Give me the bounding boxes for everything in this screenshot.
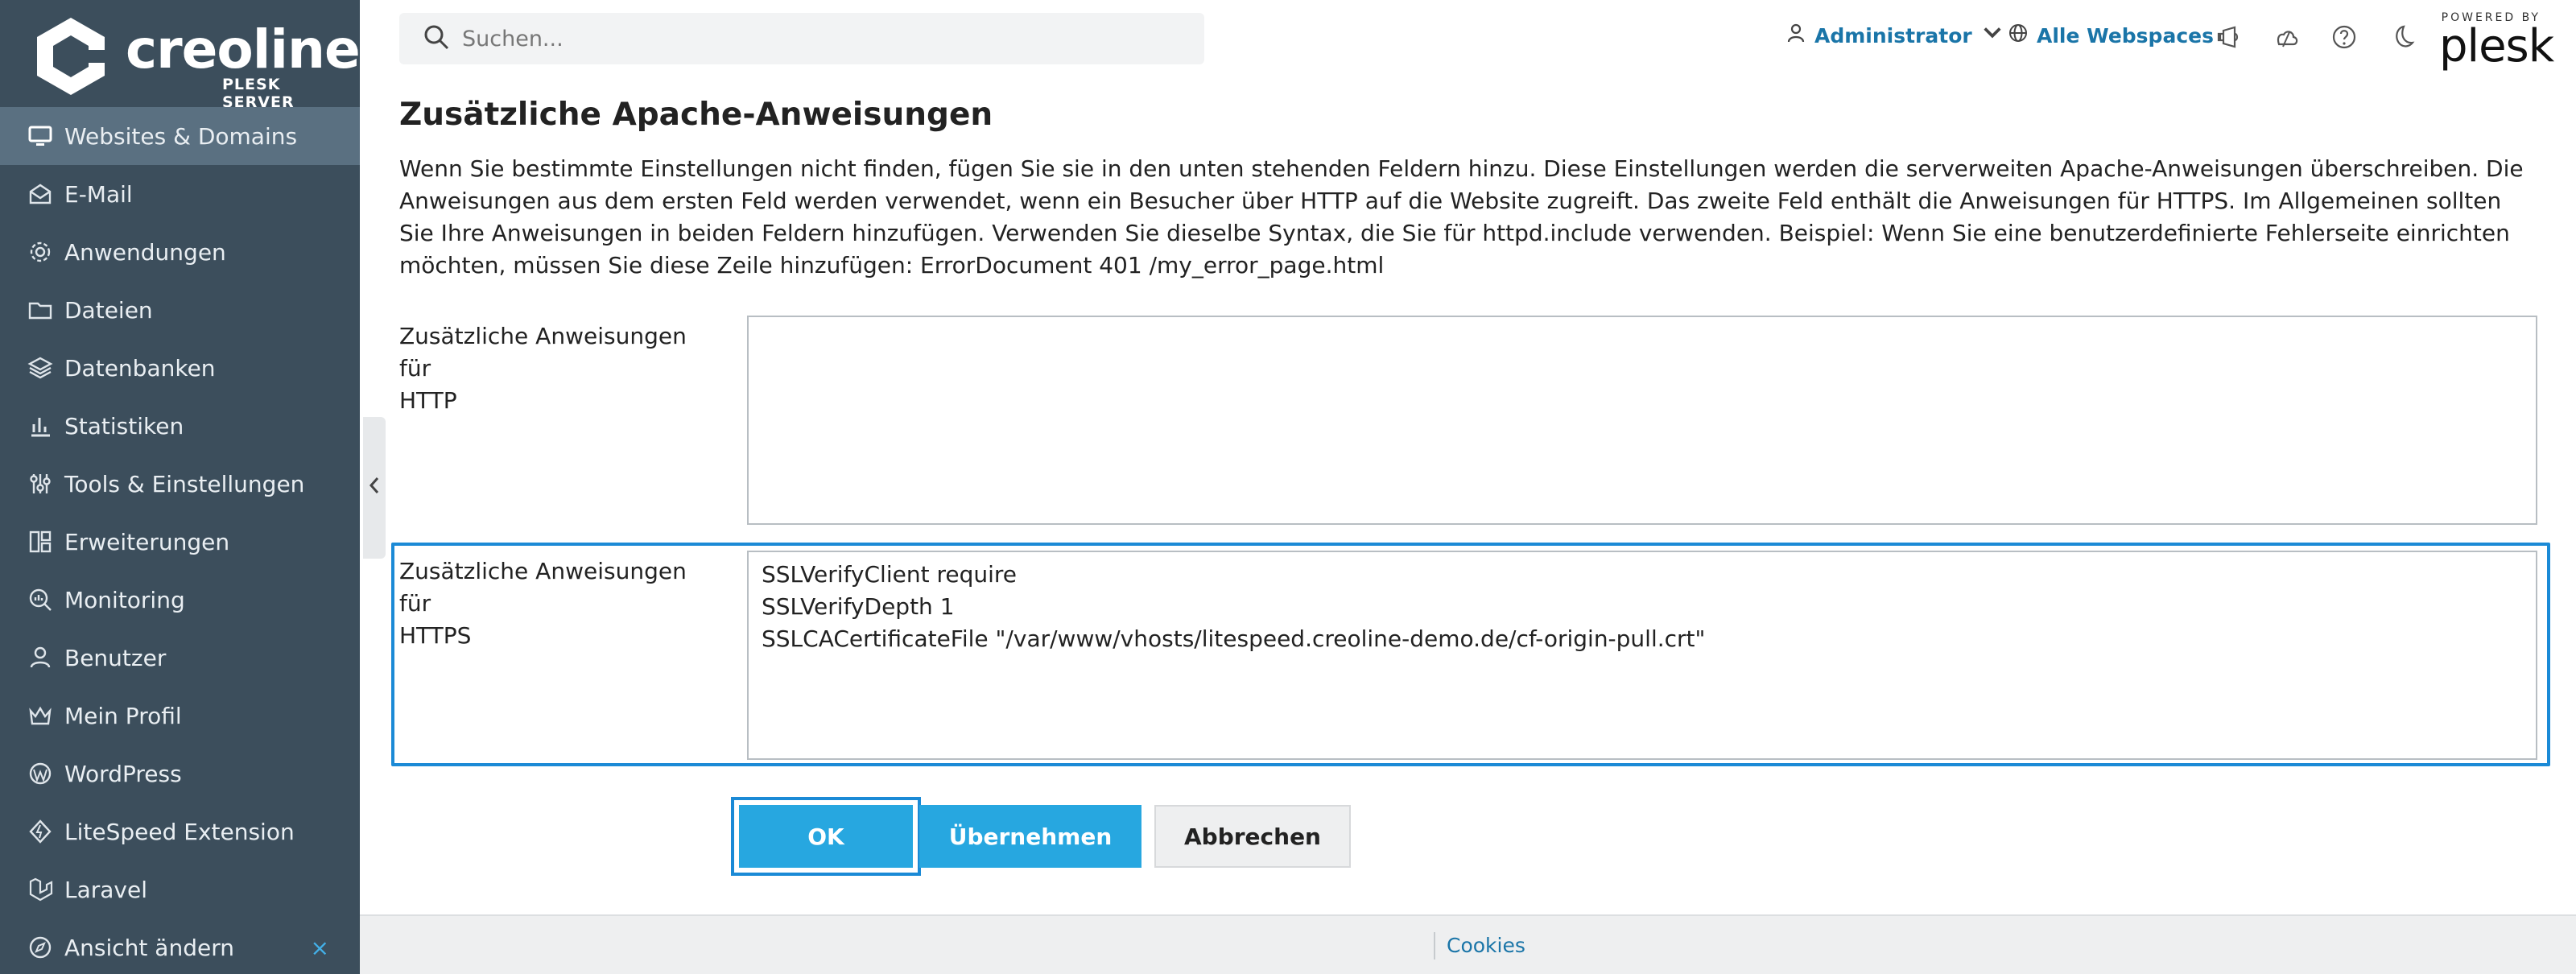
https-directive-line: SSLVerifyClient require bbox=[762, 561, 1018, 588]
blocks-icon bbox=[26, 527, 55, 556]
folder-icon bbox=[26, 295, 55, 324]
sidebar-nav: Websites & Domains E-Mail Anwendungen Da… bbox=[0, 107, 360, 974]
diamond-icon bbox=[26, 817, 55, 846]
sidebar-item-label: Statistiken bbox=[64, 412, 184, 440]
cancel-button[interactable]: Abbrechen bbox=[1154, 805, 1351, 868]
sidebar-item-laravel[interactable]: Laravel bbox=[0, 861, 360, 918]
sidebar-item-mein-profil[interactable]: Mein Profil bbox=[0, 687, 360, 745]
logo-subtitle: PLESK SERVER bbox=[222, 76, 295, 111]
sidebar-item-anwendungen[interactable]: Anwendungen bbox=[0, 223, 360, 281]
https-directives-textarea[interactable]: SSLVerifyClient require SSLVerifyDepth 1… bbox=[747, 551, 2537, 760]
sidebar-item-label: Erweiterungen bbox=[64, 528, 230, 555]
webspaces-menu[interactable]: Alle Webspaces bbox=[2008, 23, 2214, 48]
user-icon bbox=[1785, 23, 1814, 48]
sidebar-item-label: Tools & Einstellungen bbox=[64, 470, 305, 497]
sidebar-item-ansicht-aendern[interactable]: Ansicht ändern × bbox=[0, 918, 360, 974]
sidebar-item-statistiken[interactable]: Statistiken bbox=[0, 397, 360, 455]
sidebar-item-label: Anwendungen bbox=[64, 238, 226, 266]
layers-icon bbox=[26, 353, 55, 382]
envelope-icon bbox=[26, 180, 55, 208]
sidebar-item-label: Monitoring bbox=[64, 586, 185, 613]
sidebar-collapse-handle[interactable] bbox=[363, 417, 386, 559]
http-directives-textarea[interactable] bbox=[747, 316, 2537, 525]
http-field-label-line-1: Zusätzliche Anweisungen für bbox=[399, 323, 687, 382]
ok-button[interactable]: OK bbox=[731, 797, 921, 876]
footer: Cookies bbox=[360, 914, 2576, 974]
sidebar-item-label: Laravel bbox=[64, 876, 148, 903]
sidebar-item-label: E-Mail bbox=[64, 180, 133, 208]
sidebar-item-label: Dateien bbox=[64, 296, 153, 324]
sidebar-item-label: Benutzer bbox=[64, 644, 167, 671]
gear-icon bbox=[26, 237, 55, 266]
sidebar-item-label: WordPress bbox=[64, 760, 182, 787]
search-bar[interactable] bbox=[399, 13, 1204, 64]
https-field-label-line-2: HTTPS bbox=[399, 622, 472, 649]
apply-button[interactable]: Übernehmen bbox=[919, 805, 1141, 868]
sidebar-item-tools-einstellungen[interactable]: Tools & Einstellungen bbox=[0, 455, 360, 513]
http-field-label: Zusätzliche Anweisungen für HTTP bbox=[399, 320, 721, 417]
user-menu[interactable]: Administrator bbox=[1785, 23, 2011, 48]
wordpress-icon bbox=[26, 759, 55, 788]
sidebar-item-label: LiteSpeed Extension bbox=[64, 818, 295, 845]
laravel-icon bbox=[26, 875, 55, 904]
moon-icon[interactable] bbox=[2388, 23, 2417, 52]
sidebar-item-benutzer[interactable]: Benutzer bbox=[0, 629, 360, 687]
search-input[interactable] bbox=[462, 26, 1106, 52]
user-menu-label: Administrator bbox=[1814, 23, 1972, 47]
chevron-left-icon bbox=[367, 475, 382, 501]
compass-icon bbox=[26, 933, 55, 962]
sidebar: creoline PLESK SERVER Websites & Domains… bbox=[0, 0, 361, 974]
sidebar-item-monitoring[interactable]: Monitoring bbox=[0, 571, 360, 629]
close-icon[interactable]: × bbox=[311, 935, 329, 961]
creoline-logo[interactable]: creoline PLESK SERVER bbox=[29, 14, 361, 111]
sliders-icon bbox=[26, 469, 55, 498]
plesk-logo: POWERED BY plesk bbox=[2439, 11, 2554, 72]
chevron-down-icon bbox=[1982, 23, 2011, 48]
sidebar-item-datenbanken[interactable]: Datenbanken bbox=[0, 339, 360, 397]
https-directive-line: SSLVerifyDepth 1 bbox=[762, 593, 955, 620]
globe-icon bbox=[2008, 23, 2037, 48]
crown-icon bbox=[26, 701, 55, 730]
https-directive-line: SSLCACertificateFile "/var/www/vhosts/li… bbox=[762, 625, 1706, 652]
bar-chart-icon bbox=[26, 411, 55, 440]
https-field-label-line-1: Zusätzliche Anweisungen für bbox=[399, 558, 687, 617]
sidebar-item-label: Datenbanken bbox=[64, 354, 216, 382]
plesk-wordmark: plesk bbox=[2439, 20, 2554, 72]
help-icon[interactable] bbox=[2330, 23, 2359, 52]
sidebar-item-wordpress[interactable]: WordPress bbox=[0, 745, 360, 803]
user-icon bbox=[26, 643, 55, 672]
megaphone-icon[interactable] bbox=[2214, 23, 2243, 52]
http-field-label-line-2: HTTP bbox=[399, 387, 457, 414]
sidebar-item-erweiterungen[interactable]: Erweiterungen bbox=[0, 513, 360, 571]
logo-text: creoline bbox=[126, 19, 361, 80]
sidebar-item-websites-domains[interactable]: Websites & Domains bbox=[0, 107, 360, 165]
magnifier-chart-icon bbox=[26, 585, 55, 614]
webspaces-label: Alle Webspaces bbox=[2037, 23, 2214, 47]
footer-divider bbox=[1434, 932, 1435, 960]
sidebar-item-label: Ansicht ändern bbox=[64, 934, 234, 961]
https-field-label: Zusätzliche Anweisungen für HTTPS bbox=[399, 555, 721, 652]
sidebar-item-email[interactable]: E-Mail bbox=[0, 165, 360, 223]
monitor-icon bbox=[26, 122, 55, 151]
sidebar-item-label: Websites & Domains bbox=[64, 122, 298, 150]
creoline-logo-mark bbox=[37, 18, 109, 95]
sidebar-item-dateien[interactable]: Dateien bbox=[0, 281, 360, 339]
cookies-link[interactable]: Cookies bbox=[1447, 934, 1525, 957]
page-title: Zusätzliche Apache-Anweisungen bbox=[399, 97, 993, 133]
cloud-icon[interactable] bbox=[2272, 23, 2301, 52]
sidebar-item-litespeed-extension[interactable]: LiteSpeed Extension bbox=[0, 803, 360, 861]
search-icon bbox=[422, 23, 451, 55]
sidebar-item-label: Mein Profil bbox=[64, 702, 182, 729]
page-description: Wenn Sie bestimmte Einstellungen nicht f… bbox=[399, 155, 2524, 279]
